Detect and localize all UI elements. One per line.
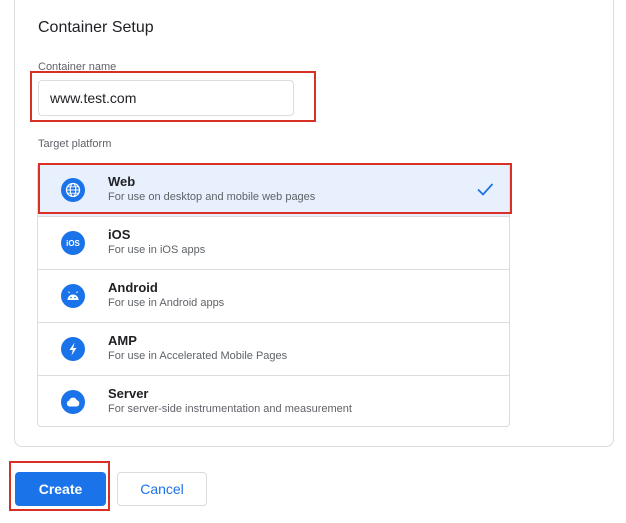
- platform-description: For use in Accelerated Mobile Pages: [108, 350, 288, 362]
- platform-option-android[interactable]: Android For use in Android apps: [38, 270, 509, 323]
- page-title: Container Setup: [38, 19, 154, 36]
- platform-description: For server-side instrumentation and meas…: [108, 403, 352, 415]
- container-name-input[interactable]: [38, 80, 294, 116]
- cancel-button[interactable]: Cancel: [117, 472, 207, 506]
- platform-option-amp[interactable]: AMP For use in Accelerated Mobile Pages: [38, 323, 509, 376]
- platform-list: Web For use on desktop and mobile web pa…: [37, 163, 510, 427]
- target-platform-label: Target platform: [38, 138, 112, 150]
- platform-name: Web: [108, 174, 136, 189]
- platform-name: Server: [108, 386, 149, 401]
- platform-description: For use on desktop and mobile web pages: [108, 191, 316, 203]
- checkmark-icon: [475, 179, 495, 204]
- platform-description: For use in Android apps: [108, 297, 225, 309]
- platform-option-ios[interactable]: iOS iOS For use in iOS apps: [38, 217, 509, 270]
- ios-icon-glyph: iOS: [66, 238, 80, 248]
- amp-bolt-icon: [61, 337, 85, 361]
- android-icon: [61, 284, 85, 308]
- container-name-label: Container name: [38, 61, 117, 73]
- platform-option-server[interactable]: Server For server-side instrumentation a…: [38, 376, 509, 426]
- create-button[interactable]: Create: [15, 472, 106, 506]
- platform-description: For use in iOS apps: [108, 244, 206, 256]
- ios-icon: iOS: [61, 231, 85, 255]
- platform-option-web[interactable]: Web For use on desktop and mobile web pa…: [38, 164, 509, 217]
- platform-name: iOS: [108, 227, 131, 242]
- cloud-icon: [61, 390, 85, 414]
- platform-name: Android: [108, 280, 158, 295]
- platform-name: AMP: [108, 333, 137, 348]
- globe-icon: [61, 178, 85, 202]
